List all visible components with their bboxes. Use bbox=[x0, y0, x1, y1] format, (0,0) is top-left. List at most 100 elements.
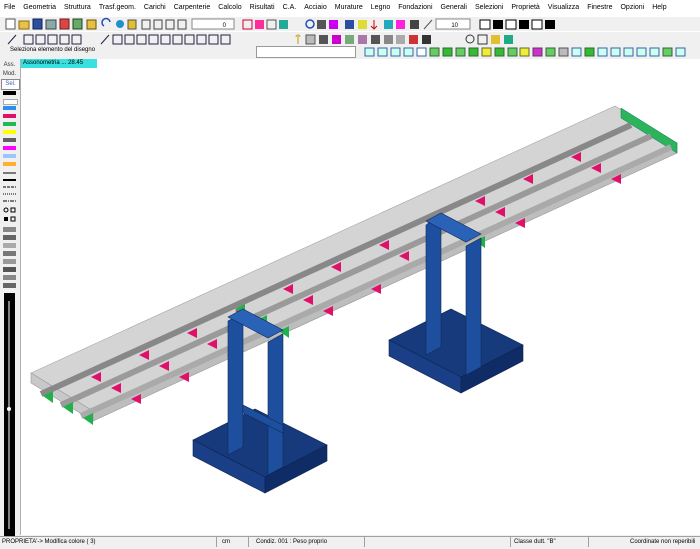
beam-icon[interactable] bbox=[153, 19, 163, 30]
mat-icon[interactable] bbox=[332, 35, 341, 44]
tab-ass[interactable]: Ass. bbox=[1, 61, 18, 70]
load-icon[interactable] bbox=[384, 20, 393, 29]
solid-icon[interactable] bbox=[429, 47, 440, 57]
solid3-icon[interactable] bbox=[455, 47, 466, 57]
render-icon[interactable] bbox=[345, 20, 354, 29]
ortho4-icon[interactable] bbox=[623, 47, 634, 57]
settings-icon[interactable] bbox=[465, 34, 475, 44]
color-swatch-orange[interactable] bbox=[3, 162, 16, 166]
layer-icon[interactable] bbox=[305, 34, 316, 45]
pier-1-column-right[interactable] bbox=[267, 333, 284, 476]
view-top-icon[interactable] bbox=[493, 20, 503, 29]
elem-icon[interactable] bbox=[358, 35, 367, 44]
marker-circle-icon[interactable] bbox=[3, 207, 9, 213]
check-icon[interactable] bbox=[477, 34, 488, 45]
3d-view4-icon[interactable] bbox=[403, 47, 414, 57]
hatch-3-icon[interactable] bbox=[3, 243, 16, 248]
hatch-5-icon[interactable] bbox=[3, 259, 16, 264]
line-icon[interactable] bbox=[423, 19, 433, 30]
ortho5-icon[interactable] bbox=[636, 47, 647, 57]
mesh2-icon[interactable] bbox=[220, 34, 231, 45]
hatch-8-icon[interactable] bbox=[3, 283, 16, 288]
solid9-icon[interactable] bbox=[662, 47, 673, 57]
pan-icon[interactable] bbox=[279, 20, 288, 29]
drawing-canvas[interactable]: Assonometria ... 28.45 bbox=[21, 59, 700, 535]
menu-murature[interactable]: Murature bbox=[331, 0, 367, 16]
solid6-icon[interactable] bbox=[507, 47, 518, 57]
ortho3-icon[interactable] bbox=[610, 47, 621, 57]
shade-icon[interactable] bbox=[481, 47, 492, 57]
color-swatch-lightblue[interactable] bbox=[3, 154, 16, 158]
pin-icon[interactable] bbox=[295, 34, 301, 44]
tab-mod[interactable]: Mod. bbox=[1, 70, 18, 79]
key-icon[interactable] bbox=[491, 35, 500, 44]
menu-selezioni[interactable]: Selezioni bbox=[471, 0, 507, 16]
column-icon[interactable] bbox=[112, 34, 123, 45]
wire-icon[interactable] bbox=[558, 47, 569, 57]
lock-icon[interactable] bbox=[504, 35, 513, 44]
refresh-icon[interactable] bbox=[305, 19, 315, 29]
ortho7-icon[interactable] bbox=[675, 47, 686, 57]
menu-carichi[interactable]: Carichi bbox=[140, 0, 170, 16]
grid-icon[interactable] bbox=[410, 20, 419, 29]
color-swatch-green[interactable] bbox=[3, 122, 16, 126]
menu-generali[interactable]: Generali bbox=[437, 0, 471, 16]
open-folder-icon[interactable] bbox=[18, 20, 30, 30]
girder-1[interactable] bbox=[39, 122, 633, 397]
beam-draw-icon[interactable] bbox=[100, 34, 110, 45]
ortho6-icon[interactable] bbox=[649, 47, 660, 57]
zoom-in-icon[interactable] bbox=[255, 20, 264, 29]
redraw-icon[interactable] bbox=[317, 20, 326, 29]
view-side-icon[interactable] bbox=[505, 19, 517, 30]
release-icon[interactable] bbox=[409, 35, 418, 44]
brace-icon[interactable] bbox=[124, 34, 135, 45]
zoom-field[interactable] bbox=[191, 18, 235, 30]
table-icon[interactable] bbox=[371, 35, 380, 44]
solid5-icon[interactable] bbox=[494, 47, 505, 57]
menu-help[interactable]: Help bbox=[648, 0, 670, 16]
move-icon[interactable] bbox=[127, 19, 137, 30]
color-swatch-yellow[interactable] bbox=[3, 130, 16, 134]
3d-view3-icon[interactable] bbox=[390, 47, 401, 57]
shade3-icon[interactable] bbox=[532, 47, 543, 57]
ortho-icon[interactable] bbox=[571, 47, 582, 57]
shade2-icon[interactable] bbox=[519, 47, 530, 57]
3d-view5-icon[interactable] bbox=[416, 47, 427, 57]
menu-geometria[interactable]: Geometria bbox=[19, 0, 60, 16]
support-icon[interactable] bbox=[184, 34, 195, 45]
down-arrow-icon[interactable] bbox=[370, 20, 378, 30]
menu-opzioni[interactable]: Opzioni bbox=[616, 0, 648, 16]
zoom-window-icon[interactable] bbox=[242, 19, 253, 30]
truss2-icon[interactable] bbox=[148, 34, 159, 45]
menu-struttura[interactable]: Struttura bbox=[60, 0, 95, 16]
rotate-icon[interactable] bbox=[116, 20, 124, 28]
3d-view2-icon[interactable] bbox=[377, 47, 388, 57]
view-iso-icon[interactable] bbox=[531, 19, 543, 30]
light-icon[interactable] bbox=[358, 20, 367, 29]
color-swatch-gray[interactable] bbox=[3, 138, 16, 142]
thickness-slider-handle[interactable] bbox=[7, 407, 11, 411]
girder-3[interactable] bbox=[79, 144, 673, 419]
mesh-icon[interactable] bbox=[208, 34, 219, 45]
marker-filled-icon[interactable] bbox=[4, 217, 8, 221]
menu-fondazioni[interactable]: Fondazioni bbox=[394, 0, 436, 16]
axis-y-icon[interactable] bbox=[35, 34, 46, 45]
menu-file[interactable]: File bbox=[0, 0, 19, 16]
undo-icon[interactable] bbox=[101, 17, 111, 27]
save-icon[interactable] bbox=[32, 18, 43, 30]
support2-icon[interactable] bbox=[196, 34, 207, 45]
print-icon[interactable] bbox=[45, 19, 57, 30]
hatch-6-icon[interactable] bbox=[3, 267, 16, 272]
node-icon[interactable] bbox=[345, 35, 354, 44]
menu-finestre[interactable]: Finestre bbox=[583, 0, 616, 16]
spring-icon[interactable] bbox=[396, 35, 405, 44]
export-icon[interactable] bbox=[72, 18, 83, 30]
menu-calcolo[interactable]: Calcolo bbox=[214, 0, 245, 16]
axis-z-icon[interactable] bbox=[47, 34, 58, 45]
deck-top[interactable] bbox=[30, 105, 678, 412]
view-front-icon[interactable] bbox=[479, 19, 491, 30]
menu-acciaio[interactable]: Acciaio bbox=[300, 0, 331, 16]
menu-trasf-geom[interactable]: Trasf.geom. bbox=[95, 0, 140, 16]
hatch-1-icon[interactable] bbox=[3, 227, 16, 232]
axis-x-icon[interactable] bbox=[23, 34, 34, 45]
